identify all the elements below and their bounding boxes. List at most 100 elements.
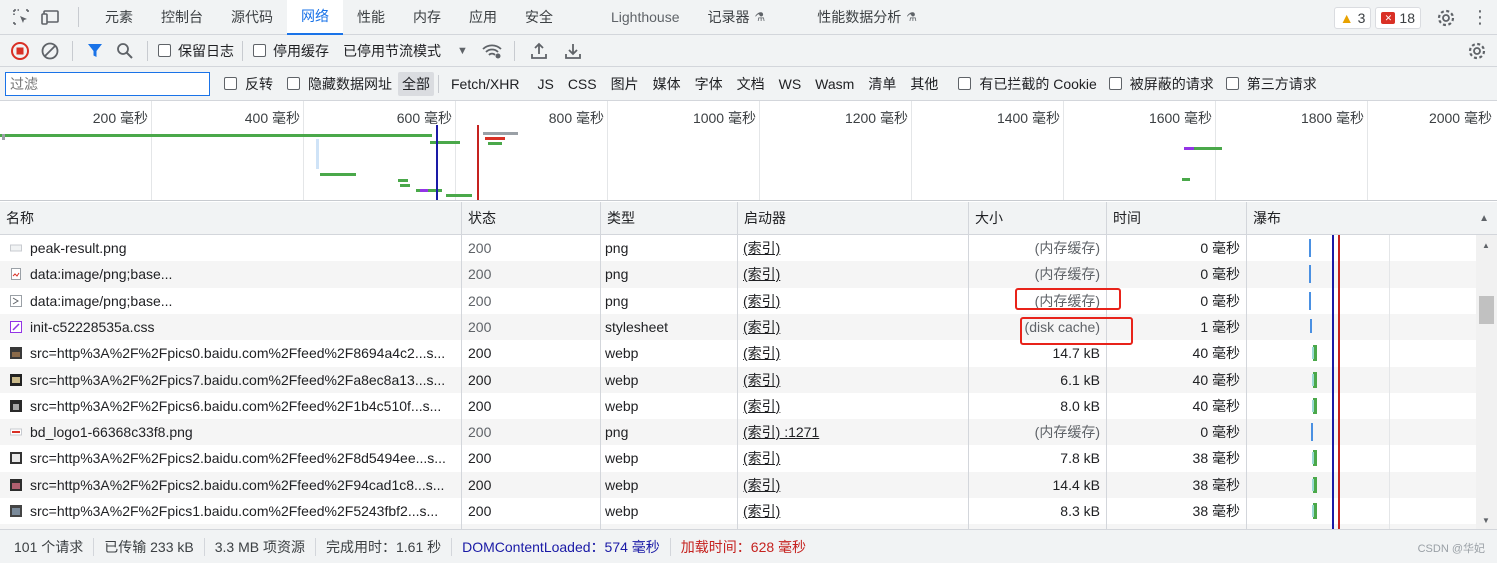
column-header-initiator[interactable]: 启动器 <box>738 202 969 235</box>
initiator-link[interactable]: (索引) <box>743 345 780 361</box>
cell-size: 7.8 kB <box>1060 450 1100 467</box>
tab-network[interactable]: 网络 <box>287 0 343 35</box>
network-toolbar: 保留日志 停用缓存 已停用节流模式 ▼ <box>0 35 1497 67</box>
record-stop-icon[interactable] <box>6 37 34 65</box>
table-row[interactable]: src=http%3A%2F%2Fpics1.baidu.com%2Ffeed%… <box>0 498 1476 524</box>
filter-type-other[interactable]: 其他 <box>906 72 942 96</box>
export-har-icon[interactable] <box>559 37 587 65</box>
filter-type-font[interactable]: 字体 <box>691 72 727 96</box>
checkbox-box[interactable] <box>287 77 300 90</box>
checkbox-box[interactable] <box>224 77 237 90</box>
import-har-icon[interactable] <box>525 37 553 65</box>
filter-type-css[interactable]: CSS <box>564 74 601 94</box>
column-header-name[interactable]: 名称 <box>0 202 462 235</box>
hide-data-urls-checkbox[interactable]: 隐藏数据网址 <box>287 74 392 94</box>
table-row[interactable]: data:image/png;base... 200 png (索引) (内存缓… <box>0 261 1476 288</box>
table-row[interactable]: src=http%3A%2F%2Fpics6.baidu.com%2Ffeed%… <box>0 393 1476 419</box>
tab-lighthouse[interactable]: Lighthouse <box>597 0 694 35</box>
table-row[interactable]: src=http%3A%2F%2Fpics0.baidu.com%2Ffeed%… <box>0 340 1476 366</box>
waterfall-bar <box>1312 399 1314 412</box>
initiator-link[interactable]: (索引) <box>743 240 780 256</box>
cell-status: 200 <box>468 266 492 283</box>
tab-recorder[interactable]: 记录器 ⚗ <box>694 0 780 35</box>
throttling-select[interactable]: 已停用节流模式 ▼ <box>343 41 468 61</box>
table-row[interactable]: peak-result.png 200 png (索引) (内存缓存) 0 毫秒 <box>0 235 1476 261</box>
checkbox-box[interactable] <box>1108 77 1122 90</box>
table-row[interactable]: data:image/png;base... 200 png (索引) (内存缓… <box>0 288 1476 314</box>
checkbox-label: 隐藏数据网址 <box>308 75 392 92</box>
preserve-log-checkbox[interactable]: 保留日志 <box>158 41 234 61</box>
initiator-link[interactable]: (索引) <box>743 503 780 519</box>
network-settings-gear-icon[interactable] <box>1463 37 1491 65</box>
filter-type-js[interactable]: JS <box>533 74 557 94</box>
column-header-time[interactable]: 时间 <box>1107 202 1247 235</box>
column-header-type[interactable]: 类型 <box>601 202 738 235</box>
tab-memory[interactable]: 内存 <box>399 0 455 35</box>
errors-badge[interactable]: ✕ 18 <box>1375 6 1421 29</box>
tab-performance[interactable]: 性能 <box>343 0 399 35</box>
table-row[interactable]: src=http%3A%2F%2Fpics2.baidu.com%2Ffeed%… <box>0 445 1476 471</box>
warnings-badge[interactable]: ▲ 3 <box>1333 6 1372 29</box>
blocked-requests-checkbox[interactable]: 被屏蔽的请求 <box>1108 74 1214 94</box>
table-row[interactable]: bd_logo1-66368c33f8.png 200 png (索引) :12… <box>0 419 1476 446</box>
checkbox-box[interactable] <box>158 44 171 57</box>
overview-tick-label: 1400 毫秒 <box>996 110 1060 126</box>
network-conditions-icon[interactable] <box>478 37 506 65</box>
scroll-up-icon[interactable]: ▲ <box>1482 241 1490 250</box>
initiator-link[interactable]: (索引) <box>743 293 780 309</box>
filter-input[interactable] <box>5 71 210 96</box>
cell-status: 200 <box>468 450 492 467</box>
tab-console[interactable]: 控制台 <box>147 0 217 35</box>
filter-icon[interactable] <box>81 37 109 65</box>
column-header-size[interactable]: 大小 <box>969 202 1107 235</box>
scrollbar-thumb[interactable] <box>1479 296 1494 324</box>
invert-checkbox[interactable]: 反转 <box>224 74 273 94</box>
tab-application[interactable]: 应用 <box>455 0 511 35</box>
more-options-icon[interactable]: ⋮ <box>1463 0 1497 35</box>
cell-type: webp <box>605 476 639 493</box>
third-party-checkbox[interactable]: 第三方请求 <box>1225 74 1317 94</box>
table-row[interactable]: src=http%3A%2F%2Fpics7.baidu.com%2Ffeed%… <box>0 366 1476 393</box>
table-row[interactable]: init-c52228535a.css 200 stylesheet (索引) … <box>0 313 1476 341</box>
settings-gear-icon[interactable] <box>1429 0 1463 35</box>
table-scrollbar[interactable]: ▲ ▼ <box>1476 235 1497 529</box>
column-header-status[interactable]: 状态 <box>462 202 601 235</box>
column-header-waterfall[interactable]: 瀑布 ▲ <box>1247 202 1497 235</box>
tab-performance-insights[interactable]: 性能数据分析 ⚗ <box>803 0 931 35</box>
filter-type-img[interactable]: 图片 <box>607 72 643 96</box>
initiator-link[interactable]: (索引) <box>743 266 780 282</box>
device-toolbar-icon[interactable] <box>38 4 64 30</box>
tab-security[interactable]: 安全 <box>511 0 567 35</box>
search-icon[interactable] <box>111 37 139 65</box>
initiator-link[interactable]: (索引) :1271 <box>743 424 819 440</box>
initiator-link[interactable]: (索引) <box>743 319 780 335</box>
domcontentloaded-time: DOMContentLoaded：574 毫秒 <box>452 537 671 556</box>
checkbox-box[interactable] <box>253 44 266 57</box>
filter-type-wasm[interactable]: Wasm <box>811 74 858 94</box>
cell-status: 200 <box>468 318 492 335</box>
disable-cache-checkbox[interactable]: 停用缓存 <box>253 41 329 61</box>
initiator-link[interactable]: (索引) <box>743 477 780 493</box>
clear-icon[interactable] <box>36 37 64 65</box>
initiator-link[interactable]: (索引) <box>743 372 780 388</box>
sort-ascending-icon: ▲ <box>1479 213 1489 224</box>
overview-divider <box>455 101 456 200</box>
filter-type-ws[interactable]: WS <box>775 74 806 94</box>
initiator-link[interactable]: (索引) <box>743 450 780 466</box>
tab-elements[interactable]: 元素 <box>91 0 147 35</box>
checkbox-box[interactable] <box>1225 77 1239 90</box>
inspect-element-icon[interactable] <box>8 4 34 30</box>
filter-type-fetch-xhr[interactable]: Fetch/XHR <box>447 74 523 94</box>
filter-type-all[interactable]: 全部 <box>398 71 434 96</box>
network-overview[interactable]: 200 毫秒 400 毫秒 600 毫秒 800 毫秒 1000 毫秒 1200… <box>0 101 1497 201</box>
filter-type-manifest[interactable]: 清单 <box>864 72 900 96</box>
blocked-cookies-checkbox[interactable]: 有已拦截的 Cookie <box>958 74 1097 94</box>
overview-request-bar <box>1184 147 1194 150</box>
table-row[interactable]: src=http%3A%2F%2Fpics2.baidu.com%2Ffeed%… <box>0 471 1476 498</box>
tab-sources[interactable]: 源代码 <box>217 0 287 35</box>
filter-type-media[interactable]: 媒体 <box>649 72 685 96</box>
initiator-link[interactable]: (索引) <box>743 398 780 414</box>
scroll-down-icon[interactable]: ▼ <box>1482 516 1490 525</box>
checkbox-box[interactable] <box>958 77 972 90</box>
filter-type-doc[interactable]: 文档 <box>733 72 769 96</box>
